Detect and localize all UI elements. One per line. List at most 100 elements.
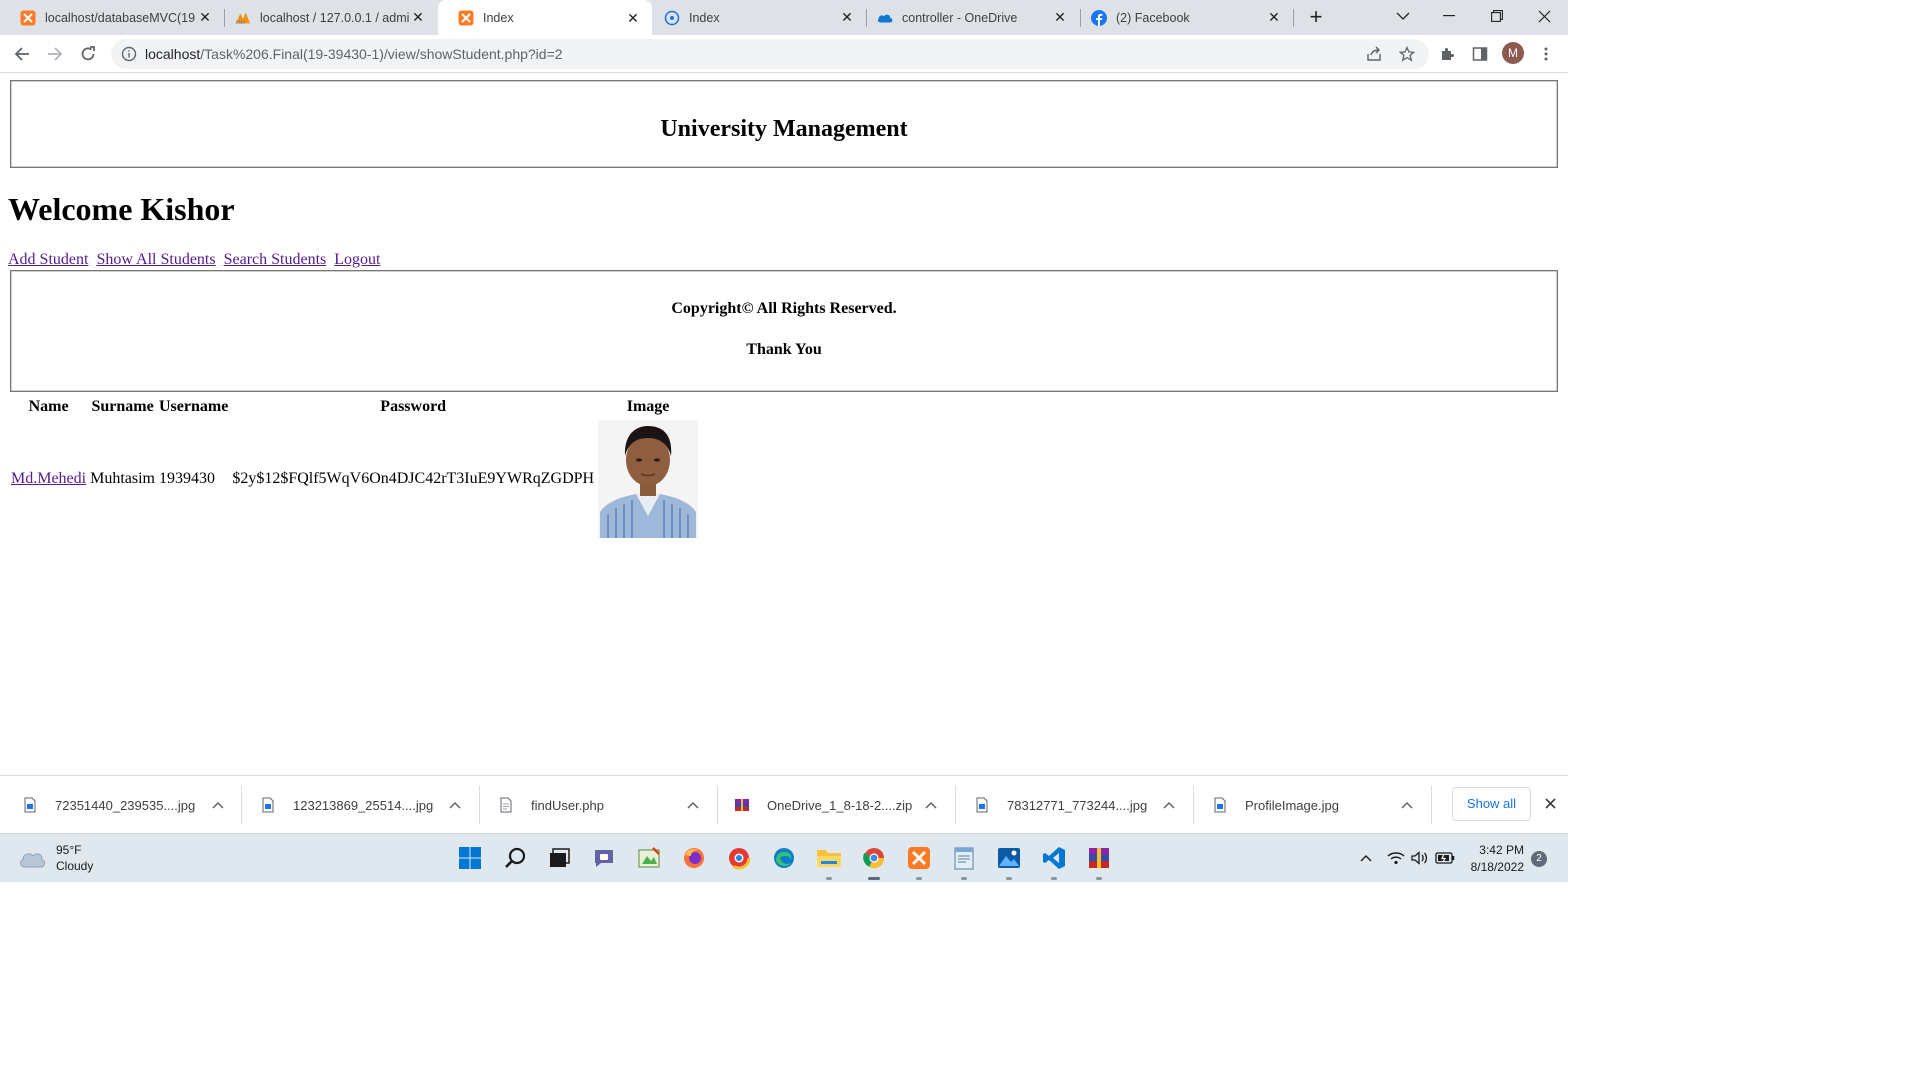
restore-button[interactable] [1474, 0, 1520, 32]
close-icon[interactable]: ✕ [1265, 9, 1283, 27]
tab-index-active[interactable]: Index ✕ [438, 0, 652, 36]
edge-icon [774, 848, 794, 868]
welcome-heading: Welcome Kishor [8, 191, 235, 227]
more-vertical-icon [1544, 47, 1548, 61]
start-button[interactable] [456, 844, 484, 872]
cell-password: $2y$12$FQlf5WqV6On4DJC42rT3IuE9YWRqZGDPH [232, 470, 595, 487]
chevron-up-icon[interactable] [447, 797, 463, 813]
reload-button[interactable] [74, 40, 102, 68]
close-icon[interactable]: ✕ [196, 9, 214, 27]
battery-icon[interactable] [1434, 847, 1456, 869]
close-window-button[interactable] [1521, 0, 1567, 32]
notification-badge[interactable]: 2 [1531, 851, 1547, 867]
download-item[interactable]: ProfileImage.jpg [1212, 776, 1430, 834]
chevron-up-icon[interactable] [685, 797, 701, 813]
download-filename: 123213869_25514....jpg [293, 797, 434, 813]
student-name-link[interactable]: Md.Mehedi [11, 470, 86, 487]
chrome-app[interactable] [860, 844, 888, 880]
clock-time: 3:42 PM [1479, 843, 1524, 857]
tab-onedrive[interactable]: controller - OneDrive ✕ [867, 0, 1079, 35]
chevron-up-icon[interactable] [210, 797, 226, 813]
show-hidden-icons-button[interactable] [1355, 847, 1377, 869]
vscode-app[interactable] [1040, 844, 1068, 880]
student-photo [598, 420, 699, 538]
side-panel-button[interactable] [1466, 40, 1494, 68]
weather-widget[interactable]: 95°F Cloudy [18, 842, 93, 874]
info-icon[interactable] [121, 46, 137, 67]
header-fieldset: University Management [10, 80, 1558, 168]
share-icon[interactable] [1364, 44, 1384, 64]
winrar-app[interactable] [1085, 844, 1113, 880]
address-bar[interactable]: localhost/Task%206.Final(19-39430-1)/vie… [111, 39, 1429, 69]
chevron-up-icon[interactable] [1161, 797, 1177, 813]
forward-button[interactable] [41, 40, 69, 68]
opera-app[interactable] [725, 844, 753, 872]
menu-button[interactable] [1532, 40, 1560, 68]
download-item[interactable]: 78312771_773244....jpg [974, 776, 1192, 834]
notepad-app[interactable] [950, 844, 978, 880]
tab-index[interactable]: Index ✕ [652, 0, 866, 35]
search-icon [505, 847, 526, 868]
volume-icon[interactable] [1409, 847, 1431, 869]
file-explorer-app[interactable] [815, 844, 843, 880]
wifi-icon[interactable] [1385, 847, 1407, 869]
download-divider [717, 786, 718, 824]
winrar-icon [1089, 848, 1109, 868]
profile-avatar[interactable]: M [1502, 42, 1524, 64]
add-student-link[interactable]: Add Student [8, 251, 88, 268]
close-icon[interactable]: ✕ [838, 9, 856, 27]
xampp-app[interactable] [905, 844, 933, 880]
show-all-students-link[interactable]: Show All Students [96, 251, 215, 268]
facebook-icon [1091, 9, 1107, 26]
chevron-down-icon [1396, 12, 1410, 20]
tab-strip: localhost/databaseMVC(19 ✕ PMA localhost… [0, 0, 1568, 36]
download-item[interactable]: findUser.php [498, 776, 716, 834]
reload-icon [81, 46, 95, 61]
teams-chat-button[interactable] [590, 844, 618, 872]
back-button[interactable] [8, 40, 36, 68]
system-clock[interactable]: 3:42 PM 8/18/2022 [1462, 842, 1524, 876]
task-view-button[interactable] [545, 844, 573, 872]
notepad-icon [954, 847, 974, 870]
image-file-icon [24, 797, 36, 813]
download-divider [479, 786, 480, 824]
column-header-username: Username [159, 398, 229, 415]
paint-icon [638, 847, 660, 868]
logout-link[interactable]: Logout [334, 251, 380, 268]
url-host: localhost [145, 46, 201, 62]
minimize-button[interactable] [1426, 0, 1472, 32]
tab-phpmyadmin[interactable]: PMA localhost / 127.0.0.1 / admi ✕ [225, 0, 437, 35]
close-icon[interactable]: ✕ [624, 9, 642, 27]
show-all-downloads-button[interactable]: Show all [1452, 787, 1531, 821]
column-header-image: Image [626, 398, 670, 415]
extensions-button[interactable] [1433, 40, 1461, 68]
close-shelf-button[interactable] [1540, 795, 1560, 815]
url-text[interactable]: localhost/Task%206.Final(19-39430-1)/vie… [145, 46, 563, 62]
photos-app[interactable] [995, 844, 1023, 880]
download-item[interactable]: OneDrive_1_8-18-2....zip [734, 776, 954, 834]
photos-icon [998, 848, 1020, 868]
tab-facebook[interactable]: (2) Facebook ✕ [1081, 0, 1293, 35]
edge-app[interactable] [770, 844, 798, 872]
folder-icon [817, 850, 841, 867]
paint-app[interactable] [635, 844, 663, 872]
close-icon[interactable]: ✕ [409, 9, 427, 27]
taskbar-search-button[interactable] [501, 844, 529, 872]
tab-search-button[interactable] [1380, 0, 1426, 32]
bookmark-star-icon[interactable] [1397, 44, 1417, 64]
tab-databasemvc[interactable]: localhost/databaseMVC(19 ✕ [0, 0, 224, 35]
search-students-link[interactable]: Search Students [224, 251, 327, 268]
download-item[interactable]: 72351440_239535....jpg [22, 776, 240, 834]
xampp-icon [458, 10, 474, 26]
chevron-up-icon[interactable] [1399, 797, 1415, 813]
download-item[interactable]: 123213869_25514....jpg [260, 776, 478, 834]
new-tab-button[interactable]: + [1304, 6, 1328, 30]
firefox-app[interactable] [680, 844, 708, 872]
image-file-icon [262, 797, 274, 813]
restore-icon [1491, 10, 1503, 22]
tab-title: controller - OneDrive [902, 10, 1018, 25]
column-header-surname: Surname [91, 398, 154, 415]
xampp-icon [20, 10, 36, 26]
chevron-up-icon[interactable] [923, 797, 939, 813]
close-icon[interactable]: ✕ [1051, 9, 1069, 27]
